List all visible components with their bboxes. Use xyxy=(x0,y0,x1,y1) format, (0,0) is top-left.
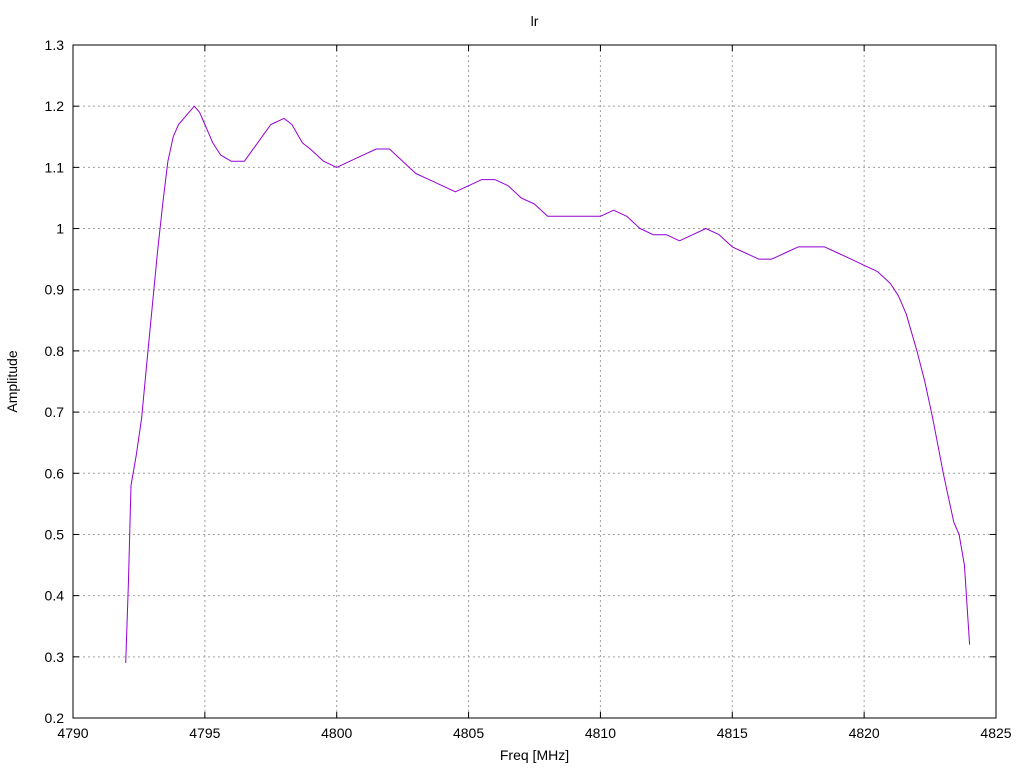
y-tick-label: 1.2 xyxy=(45,98,65,114)
x-tick-label: 4795 xyxy=(189,725,220,741)
y-tick-label: 0.3 xyxy=(45,649,65,665)
chart-title: lr xyxy=(531,13,539,29)
x-axis-title: Freq [MHz] xyxy=(500,747,569,763)
y-tick-label: 0.4 xyxy=(45,588,65,604)
y-tick-label: 1.1 xyxy=(45,159,65,175)
y-axis-title: Amplitude xyxy=(4,350,20,412)
x-tick-label: 4820 xyxy=(849,725,880,741)
x-tick-label: 4815 xyxy=(717,725,748,741)
grid-lines xyxy=(73,45,996,718)
x-tick-label: 4805 xyxy=(453,725,484,741)
series-layer xyxy=(125,105,971,663)
series-line xyxy=(125,105,971,663)
y-tick-label: 1 xyxy=(56,221,64,237)
x-tick-label: 4790 xyxy=(57,725,88,741)
y-tick-label: 1.3 xyxy=(45,37,65,53)
y-tick-label: 0.2 xyxy=(45,710,65,726)
x-tick-label: 4810 xyxy=(585,725,616,741)
y-tick-label: 0.8 xyxy=(45,343,65,359)
chart-container: 4790 4795 4800 4805 4810 4815 4820 4825 0.2 0.3 0.… xyxy=(0,0,1024,768)
x-tick-label: 4800 xyxy=(321,725,352,741)
y-tick-label: 0.9 xyxy=(45,282,65,298)
y-tick-label: 0.5 xyxy=(45,526,65,542)
x-tick-label: 4825 xyxy=(980,725,1011,741)
y-tick-label: 0.6 xyxy=(45,465,65,481)
y-tick-label: 0.7 xyxy=(45,404,65,420)
line-chart: 4790 4795 4800 4805 4810 4815 4820 4825 0.2 0.3 0.… xyxy=(4,13,1012,763)
axis-ticks: 4790 4795 4800 4805 4810 4815 4820 4825 0.2 0.3 0.… xyxy=(45,37,1012,741)
plot-frame xyxy=(72,44,997,719)
